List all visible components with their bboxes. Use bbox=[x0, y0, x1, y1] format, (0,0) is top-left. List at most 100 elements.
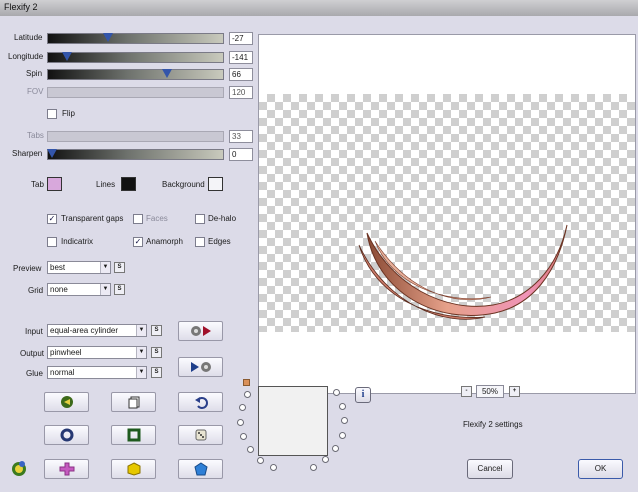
settings-caption: Flexify 2 settings bbox=[463, 420, 523, 429]
cancel-button[interactable]: Cancel bbox=[467, 459, 513, 479]
fov-field: 120 bbox=[229, 86, 253, 99]
preview-quality-s-button[interactable]: S bbox=[114, 262, 125, 273]
latitude-slider-thumb[interactable] bbox=[102, 33, 113, 42]
ok-button[interactable]: OK bbox=[578, 459, 623, 479]
indicatrix-checkbox[interactable] bbox=[47, 237, 57, 247]
grid-select[interactable]: none ▼ bbox=[47, 283, 111, 296]
latitude-slider[interactable] bbox=[47, 33, 224, 44]
settings-slot-icon[interactable] bbox=[338, 402, 346, 410]
chevron-down-icon: ▼ bbox=[100, 262, 110, 273]
settings-slot-icon[interactable] bbox=[256, 457, 264, 465]
window-title: Flexify 2 bbox=[4, 2, 38, 12]
background-color-label: Background bbox=[162, 180, 205, 189]
spin-slider[interactable] bbox=[47, 69, 224, 80]
swap-arrows-icon bbox=[60, 396, 73, 408]
edges-checkbox[interactable] bbox=[195, 237, 205, 247]
dialog-body: Latitude -27 Longitude -141 Spin 66 FOV … bbox=[0, 16, 638, 492]
longitude-slider-thumb[interactable] bbox=[62, 52, 73, 61]
pentagon-button[interactable] bbox=[178, 459, 223, 479]
longitude-label: Longitude bbox=[8, 52, 44, 61]
de-halo-checkbox[interactable] bbox=[195, 214, 205, 224]
preview-canvas[interactable] bbox=[258, 34, 636, 394]
settings-slot-icon[interactable] bbox=[269, 464, 277, 472]
latitude-field[interactable]: -27 bbox=[229, 32, 253, 45]
swap-button[interactable] bbox=[44, 392, 89, 412]
input-projection-select[interactable]: equal-area cylinder ▼ bbox=[47, 324, 147, 337]
chevron-down-icon: ▼ bbox=[136, 325, 146, 336]
zoom-level: 50% bbox=[476, 385, 504, 398]
title-bar: Flexify 2 bbox=[0, 0, 638, 17]
settings-slot-icon[interactable] bbox=[244, 390, 252, 398]
edges-label: Edges bbox=[208, 237, 231, 246]
cube-button[interactable] bbox=[111, 459, 156, 479]
fov-label: FOV bbox=[27, 87, 44, 96]
glue-s-button[interactable]: S bbox=[151, 367, 162, 378]
square-icon bbox=[127, 428, 140, 442]
undo-button[interactable] bbox=[178, 392, 223, 412]
input-projection-value: equal-area cylinder bbox=[50, 326, 119, 335]
output-projection-value: pinwheel bbox=[50, 348, 82, 357]
copy-icon bbox=[128, 396, 139, 409]
tab-color-swatch[interactable] bbox=[47, 177, 62, 191]
settings-slot-icon[interactable] bbox=[322, 456, 330, 464]
preview-quality-select[interactable]: best ▼ bbox=[47, 261, 111, 274]
grid-value: none bbox=[50, 285, 68, 294]
dice-button[interactable] bbox=[178, 425, 223, 445]
output-projection-action-button[interactable] bbox=[178, 357, 223, 377]
chevron-down-icon: ▼ bbox=[100, 284, 110, 295]
settings-slot-icon[interactable] bbox=[332, 389, 340, 397]
faces-checkbox[interactable] bbox=[133, 214, 143, 224]
transparent-gaps-checkbox[interactable]: ✓ bbox=[47, 214, 57, 224]
fov-slider bbox=[47, 87, 224, 98]
longitude-slider[interactable] bbox=[47, 52, 224, 63]
lines-color-swatch[interactable] bbox=[121, 177, 136, 191]
anamorph-label: Anamorph bbox=[146, 237, 183, 246]
anamorph-checkbox[interactable]: ✓ bbox=[133, 237, 143, 247]
thumbnail-marker bbox=[243, 379, 250, 386]
zoom-in-button[interactable]: + bbox=[509, 386, 520, 397]
input-s-button[interactable]: S bbox=[151, 325, 162, 336]
grid-s-button[interactable]: S bbox=[114, 284, 125, 295]
info-button[interactable]: i bbox=[355, 387, 371, 403]
zoom-out-button[interactable]: - bbox=[461, 386, 472, 397]
sharpen-field[interactable]: 0 bbox=[229, 148, 253, 161]
spin-field[interactable]: 66 bbox=[229, 68, 253, 81]
settings-thumbnail[interactable] bbox=[258, 386, 328, 456]
input-projection-action-button[interactable] bbox=[178, 321, 223, 341]
sharpen-slider[interactable] bbox=[46, 149, 224, 160]
settings-slot-icon[interactable] bbox=[237, 418, 245, 426]
tabs-slider bbox=[47, 131, 224, 142]
longitude-field[interactable]: -141 bbox=[229, 51, 253, 64]
plus-shape-button[interactable] bbox=[44, 459, 89, 479]
copy-button[interactable] bbox=[111, 392, 156, 412]
spin-slider-thumb[interactable] bbox=[162, 69, 172, 78]
pentagon-icon bbox=[193, 462, 208, 476]
spin-label: Spin bbox=[26, 69, 43, 78]
settings-slot-icon[interactable] bbox=[309, 463, 317, 471]
settings-slot-icon[interactable] bbox=[238, 404, 246, 412]
latitude-label: Latitude bbox=[14, 33, 43, 42]
faces-label: Faces bbox=[146, 214, 168, 223]
gear-arrow-icon bbox=[190, 326, 211, 336]
tabs-label: Tabs bbox=[27, 131, 44, 140]
plus-shape-icon bbox=[59, 462, 74, 476]
settings-slot-icon[interactable] bbox=[340, 417, 348, 425]
settings-slot-icon[interactable] bbox=[338, 431, 346, 439]
chevron-down-icon: ▼ bbox=[136, 367, 146, 378]
de-halo-label: De-halo bbox=[208, 214, 237, 223]
indicatrix-label: Indicatrix bbox=[61, 237, 94, 246]
background-color-swatch[interactable] bbox=[208, 177, 223, 191]
square-button[interactable] bbox=[111, 425, 156, 445]
glue-select[interactable]: normal ▼ bbox=[47, 366, 147, 379]
sharpen-slider-thumb[interactable] bbox=[46, 149, 57, 158]
input-projection-label: Input bbox=[25, 327, 43, 336]
flexify-logo bbox=[10, 459, 28, 479]
settings-slot-icon[interactable] bbox=[246, 446, 254, 454]
flip-checkbox[interactable] bbox=[47, 109, 57, 119]
output-projection-select[interactable]: pinwheel ▼ bbox=[47, 346, 147, 359]
flip-label: Flip bbox=[62, 109, 75, 118]
output-s-button[interactable]: S bbox=[151, 347, 162, 358]
settings-slot-icon[interactable] bbox=[239, 433, 247, 441]
ring-button[interactable] bbox=[44, 425, 89, 445]
settings-slot-icon[interactable] bbox=[332, 445, 340, 453]
